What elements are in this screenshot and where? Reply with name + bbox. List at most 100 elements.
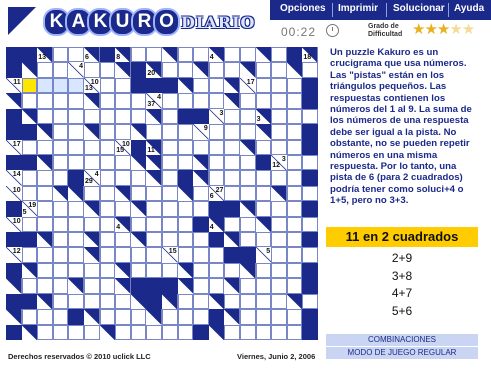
answer-cell[interactable] [146, 124, 162, 140]
answer-cell[interactable] [130, 247, 147, 263]
answer-cell[interactable] [271, 62, 287, 78]
answer-cell[interactable] [162, 154, 178, 171]
answer-cell[interactable] [162, 324, 178, 340]
answer-cell[interactable] [271, 278, 287, 294]
answer-cell[interactable] [302, 247, 318, 263]
answer-cell[interactable] [68, 77, 84, 94]
answer-cell[interactable] [99, 154, 116, 171]
answer-cell[interactable] [130, 262, 147, 279]
answer-cell[interactable] [208, 93, 225, 109]
answer-cell[interactable] [255, 232, 272, 248]
answer-cell[interactable] [286, 77, 303, 94]
answer-cell[interactable] [208, 77, 225, 94]
answer-cell[interactable] [240, 324, 256, 340]
answer-cell[interactable] [146, 262, 162, 279]
answer-cell[interactable] [37, 324, 53, 340]
answer-cell[interactable] [52, 93, 69, 109]
answer-cell[interactable] [21, 278, 38, 294]
answer-cell[interactable] [162, 108, 178, 125]
answer-cell[interactable] [99, 309, 116, 325]
answer-cell[interactable] [68, 247, 84, 263]
answer-cell[interactable] [84, 185, 100, 202]
answer-cell[interactable] [162, 93, 178, 109]
answer-cell[interactable] [37, 77, 53, 94]
answer-cell[interactable] [52, 108, 69, 125]
answer-cell[interactable] [162, 309, 178, 325]
answer-cell[interactable] [240, 293, 256, 310]
answer-cell[interactable] [52, 262, 69, 279]
answer-cell[interactable] [271, 77, 287, 94]
answer-cell[interactable] [99, 170, 116, 186]
answer-cell[interactable] [286, 170, 303, 186]
answer-cell[interactable] [52, 47, 69, 63]
answer-cell[interactable] [162, 124, 178, 140]
answer-cell[interactable] [130, 324, 147, 340]
answer-cell[interactable] [68, 154, 84, 171]
answer-cell[interactable] [99, 216, 116, 233]
answer-cell[interactable] [224, 185, 240, 202]
answer-cell[interactable] [52, 247, 69, 263]
answer-cell[interactable] [271, 216, 287, 233]
answer-cell[interactable] [240, 232, 256, 248]
answer-cell[interactable] [302, 62, 318, 78]
answer-cell[interactable] [115, 324, 131, 340]
answer-cell[interactable] [286, 201, 303, 217]
answer-cell[interactable] [84, 293, 100, 310]
answer-cell[interactable] [193, 77, 209, 94]
answer-cell[interactable] [162, 262, 178, 279]
answer-cell[interactable] [271, 93, 287, 109]
answer-cell[interactable] [52, 232, 69, 248]
answer-cell[interactable] [302, 185, 318, 202]
answer-cell[interactable] [255, 262, 272, 279]
answer-cell[interactable] [68, 47, 84, 63]
answer-cell[interactable] [37, 108, 53, 125]
answer-cell[interactable] [115, 170, 131, 186]
answer-cell[interactable] [146, 324, 162, 340]
answer-cell[interactable] [84, 278, 100, 294]
answer-cell[interactable] [177, 232, 194, 248]
answer-cell[interactable] [193, 201, 209, 217]
answer-cell[interactable] [271, 309, 287, 325]
answer-cell[interactable] [255, 185, 272, 202]
answer-cell[interactable] [255, 201, 272, 217]
answer-cell[interactable] [208, 62, 225, 78]
answer-cell[interactable] [99, 124, 116, 140]
answer-cell[interactable] [146, 216, 162, 233]
answer-cell[interactable] [37, 185, 53, 202]
answer-cell[interactable] [99, 262, 116, 279]
answer-cell[interactable] [177, 62, 194, 78]
answer-cell[interactable] [146, 47, 162, 63]
answer-cell[interactable] [130, 185, 147, 202]
answer-cell[interactable] [162, 216, 178, 233]
answer-cell[interactable] [240, 154, 256, 171]
answer-cell[interactable] [255, 324, 272, 340]
answer-cell[interactable] [52, 324, 69, 340]
answer-cell[interactable] [37, 139, 53, 155]
answer-cell[interactable] [130, 47, 147, 63]
answer-cell[interactable] [84, 154, 100, 171]
answer-cell[interactable] [21, 216, 38, 233]
answer-cell[interactable] [286, 232, 303, 248]
answer-cell[interactable] [271, 124, 287, 140]
answer-cell[interactable] [177, 93, 194, 109]
answer-cell[interactable] [115, 232, 131, 248]
answer-cell[interactable] [271, 247, 287, 263]
answer-cell[interactable] [286, 324, 303, 340]
answer-cell[interactable] [224, 108, 240, 125]
answer-cell[interactable] [84, 108, 100, 125]
answer-cell[interactable] [224, 262, 240, 279]
answer-cell[interactable] [115, 93, 131, 109]
answer-cell[interactable] [99, 232, 116, 248]
answer-cell[interactable] [271, 324, 287, 340]
answer-cell[interactable] [52, 278, 69, 294]
answer-cell[interactable] [68, 108, 84, 125]
answer-cell[interactable] [37, 170, 53, 186]
answer-cell[interactable] [193, 93, 209, 109]
answer-cell[interactable] [224, 47, 240, 63]
answer-cell[interactable] [271, 232, 287, 248]
answer-cell[interactable] [115, 201, 131, 217]
answer-cell[interactable] [68, 232, 84, 248]
answer-cell[interactable] [286, 108, 303, 125]
answer-cell[interactable] [255, 170, 272, 186]
answer-cell[interactable] [255, 77, 272, 94]
